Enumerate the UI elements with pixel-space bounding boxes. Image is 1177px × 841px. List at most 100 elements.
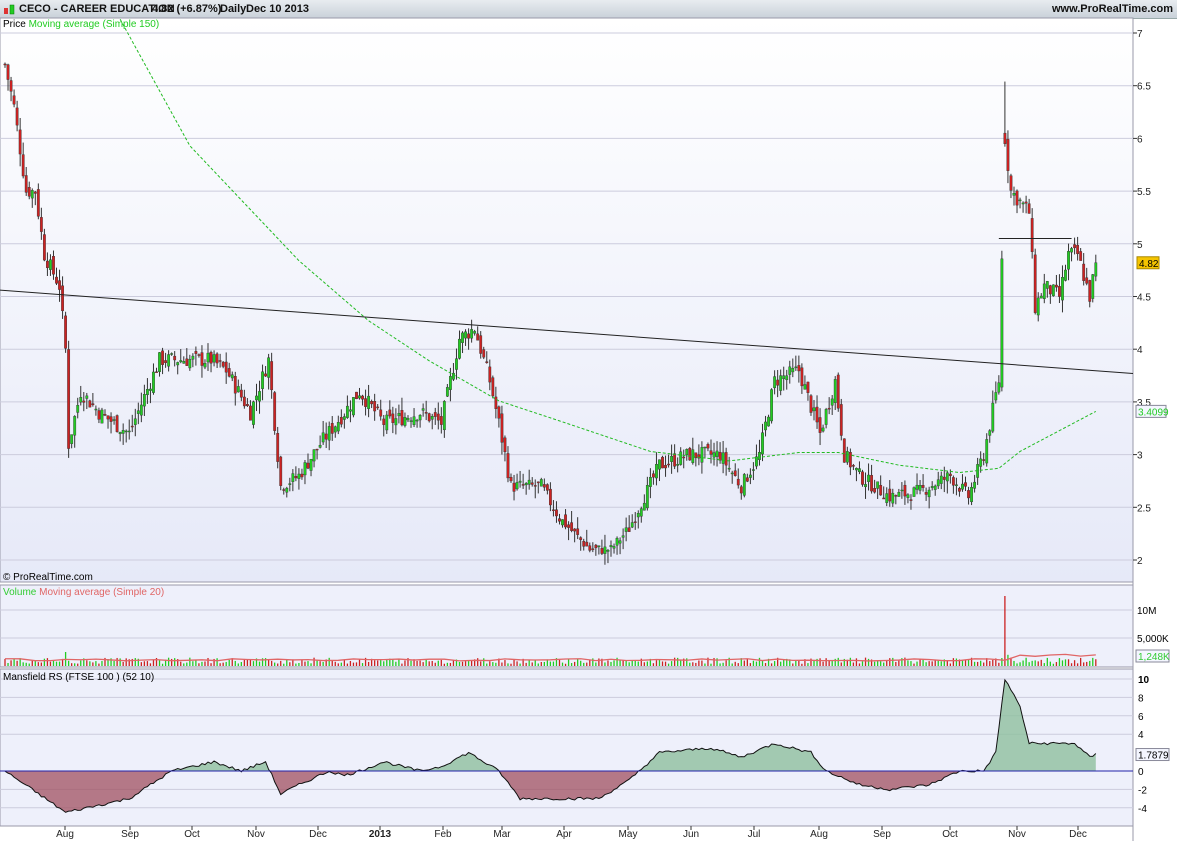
candle xyxy=(27,187,31,197)
candle xyxy=(1030,218,1034,252)
y-tick-label: 6 xyxy=(1137,134,1143,145)
ma-last: 3.4099 xyxy=(1138,407,1169,418)
x-tick-label: Oct xyxy=(942,829,958,840)
y-tick-label: 0 xyxy=(1138,767,1144,778)
candle xyxy=(994,392,998,401)
y-tick-label: 5,000K xyxy=(1137,634,1169,645)
candle xyxy=(349,409,352,412)
candle xyxy=(573,528,577,532)
x-tick-label: Mar xyxy=(493,829,511,840)
chart-area[interactable]: 76.565.554.543.532.52Aug Sep Oct Nov Dec 2013… xyxy=(0,0,1177,841)
candle xyxy=(64,315,68,349)
y-tick-label: 8 xyxy=(1138,693,1144,704)
candle xyxy=(1058,286,1061,297)
candle xyxy=(233,376,237,394)
candle xyxy=(415,419,419,422)
candle xyxy=(279,456,283,486)
candle xyxy=(388,409,392,417)
candle xyxy=(739,486,743,494)
candle xyxy=(224,361,228,373)
candle xyxy=(945,472,949,482)
candle xyxy=(900,489,904,492)
x-tick-label: Dec xyxy=(309,829,327,840)
candle xyxy=(203,363,207,368)
ma-label: Moving average (Simple 150) xyxy=(28,19,160,30)
candle xyxy=(227,368,231,377)
candle xyxy=(567,524,570,528)
candle xyxy=(655,464,658,479)
candle xyxy=(1091,274,1095,299)
candle xyxy=(1006,139,1010,171)
y-tick-label: 7 xyxy=(1137,29,1143,40)
candle xyxy=(324,433,328,440)
candle xyxy=(552,509,555,511)
candle xyxy=(130,425,134,428)
candle xyxy=(118,431,122,435)
candle xyxy=(882,497,886,500)
candle xyxy=(836,374,840,409)
candle xyxy=(521,484,525,486)
candle xyxy=(815,406,819,423)
candle xyxy=(400,410,404,426)
price-label: Price xyxy=(3,19,26,30)
x-tick-label: May xyxy=(619,829,638,840)
candle xyxy=(661,456,664,469)
candle xyxy=(891,492,895,504)
candle xyxy=(858,468,861,472)
candle xyxy=(327,426,331,441)
candle xyxy=(121,430,125,434)
candle xyxy=(776,379,780,386)
candle xyxy=(706,444,710,449)
candle xyxy=(582,541,586,547)
candle xyxy=(33,191,37,194)
candle xyxy=(549,488,552,506)
candle xyxy=(855,467,858,471)
candle xyxy=(1073,244,1076,249)
candle xyxy=(167,354,171,367)
rs-panel xyxy=(0,668,1134,827)
candle xyxy=(982,459,986,461)
candle xyxy=(915,484,919,490)
candle xyxy=(315,448,319,451)
candle xyxy=(612,546,616,549)
vol-ma-label: Moving average (Simple 20) xyxy=(39,587,165,598)
candle xyxy=(1009,175,1013,191)
rs-last: 1.7879 xyxy=(1138,751,1169,762)
candle xyxy=(1039,295,1043,299)
y-tick-label: 6 xyxy=(1138,712,1144,723)
candle xyxy=(170,353,174,355)
candle xyxy=(833,379,837,403)
candle xyxy=(336,422,340,432)
candle xyxy=(933,485,937,490)
x-tick-label: Jun xyxy=(683,829,699,840)
candle xyxy=(376,406,380,409)
y-tick-label: 10M xyxy=(1137,606,1156,617)
candle xyxy=(791,368,795,373)
candle xyxy=(927,489,931,498)
candle xyxy=(585,541,589,547)
candle xyxy=(42,234,46,261)
candle xyxy=(564,514,567,528)
candle xyxy=(682,456,686,459)
candle xyxy=(291,473,295,482)
candle xyxy=(621,535,625,538)
candle xyxy=(15,107,19,126)
candle xyxy=(461,332,464,343)
volume-panel xyxy=(0,584,1134,668)
candle xyxy=(12,95,16,105)
candle xyxy=(318,444,322,448)
candle xyxy=(1021,202,1025,205)
candle xyxy=(988,430,992,436)
candle xyxy=(94,408,98,411)
candle xyxy=(139,404,143,416)
candle xyxy=(300,473,304,478)
candle xyxy=(770,389,773,422)
candle xyxy=(221,361,225,367)
candle xyxy=(830,398,834,406)
last-price: 4.82 xyxy=(1139,259,1159,270)
candle xyxy=(645,485,649,509)
candle xyxy=(206,352,210,363)
candle xyxy=(648,477,652,487)
candle xyxy=(146,389,149,396)
candle xyxy=(876,481,880,489)
